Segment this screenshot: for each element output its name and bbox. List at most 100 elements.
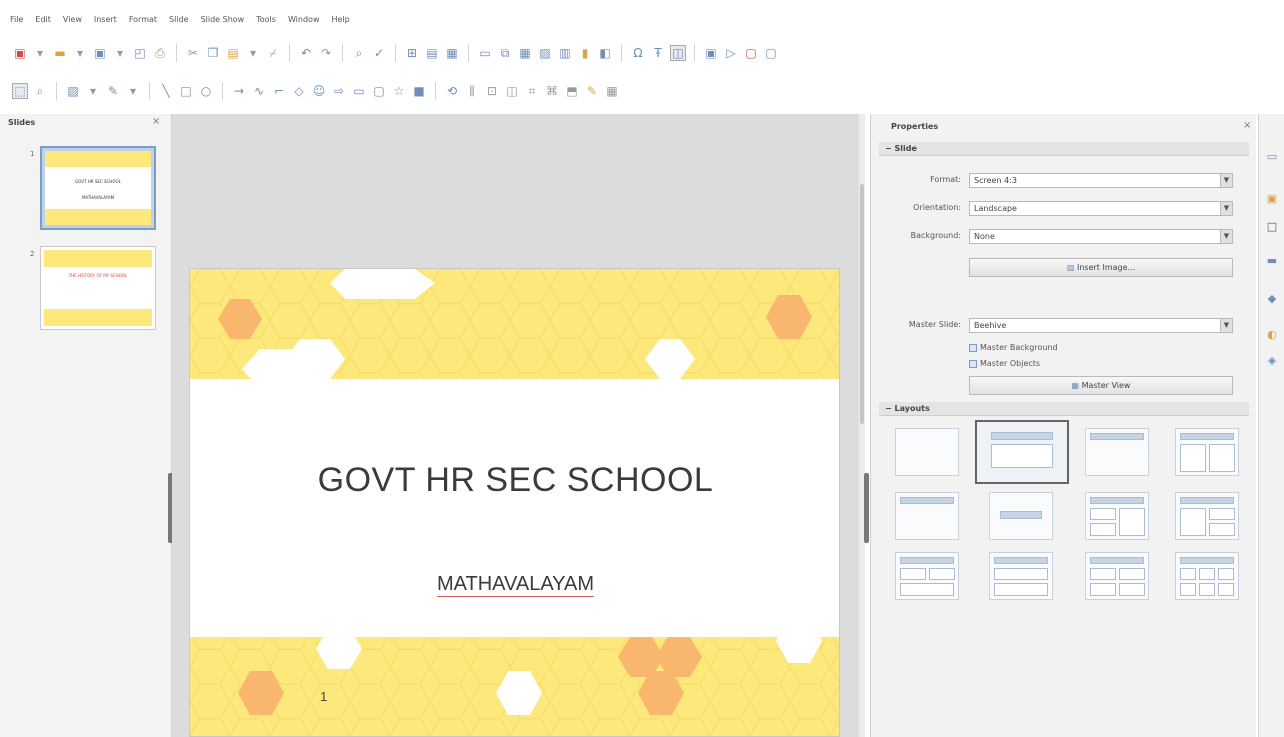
special-character-icon[interactable]: Ω	[630, 45, 646, 61]
dropdown-arrow-icon[interactable]: ▾	[72, 45, 88, 61]
crop-icon[interactable]: ⌗	[524, 83, 540, 99]
find-replace-icon[interactable]: ⌕	[351, 45, 367, 61]
arrange-icon[interactable]: ⊡	[484, 83, 500, 99]
duplicate-slide-icon[interactable]: ⧉	[497, 45, 513, 61]
new-document-icon[interactable]: ▣	[12, 45, 28, 61]
sidebar-resize-handle[interactable]	[864, 473, 869, 543]
menu-help[interactable]: Help	[331, 15, 349, 24]
redo-icon[interactable]: ↷	[318, 45, 334, 61]
menu-view[interactable]: View	[63, 15, 82, 24]
layout-title-slide[interactable]	[895, 492, 959, 540]
media-icon[interactable]: ◧	[597, 45, 613, 61]
menu-format[interactable]: Format	[129, 15, 157, 24]
slide-title[interactable]: GOVT HR SEC SCHOOL	[190, 461, 839, 500]
close-icon[interactable]: ×	[1243, 120, 1251, 131]
slide-section-header[interactable]: − Slide	[879, 142, 1249, 156]
format-select[interactable]: Screen 4:3 ▼	[969, 173, 1233, 188]
layout-title-2-content[interactable]	[1085, 492, 1149, 540]
scrollbar-thumb[interactable]	[860, 184, 864, 424]
save-icon[interactable]: ▣	[92, 45, 108, 61]
spelling-icon[interactable]: ✓	[371, 45, 387, 61]
gallery-tab-icon[interactable]: ◐	[1265, 328, 1279, 342]
orientation-select[interactable]: Landscape ▼	[969, 201, 1233, 216]
layout-two-content[interactable]	[1175, 428, 1239, 476]
flowchart-icon[interactable]: ▭	[351, 83, 367, 99]
open-folder-icon[interactable]: ▬	[52, 45, 68, 61]
curve-icon[interactable]: ∿	[251, 83, 267, 99]
master-view-button[interactable]: ▦ Master View	[969, 376, 1233, 395]
copy-icon[interactable]: ❐	[205, 45, 221, 61]
dropdown-arrow-icon[interactable]: ▾	[125, 83, 141, 99]
layout-title-content[interactable]	[975, 420, 1069, 484]
slide-thumbnail-1[interactable]: GOVT HR SEC SCHOOL MATHAVALAYAM	[40, 146, 156, 230]
menu-tools[interactable]: Tools	[256, 15, 276, 24]
chart-icon[interactable]: ▥	[557, 45, 573, 61]
zoom-icon[interactable]: ⌕	[32, 83, 48, 99]
align-icon[interactable]: ⫼	[464, 83, 480, 99]
layout-title-4-content[interactable]	[1085, 552, 1149, 600]
arrow-line-icon[interactable]: →	[231, 83, 247, 99]
dropdown-arrow-icon[interactable]: ▾	[112, 45, 128, 61]
image-icon[interactable]: ▨	[537, 45, 553, 61]
shadow-icon[interactable]: ◫	[504, 83, 520, 99]
fill-color-icon[interactable]: ▨	[65, 83, 81, 99]
table-icon[interactable]: ▦	[517, 45, 533, 61]
menu-slide-show[interactable]: Slide Show	[201, 15, 245, 24]
slide-thumbnail-2[interactable]: THE HISTORY OF MY SCHOOL	[40, 246, 156, 330]
line-color-icon[interactable]: ✎	[105, 83, 121, 99]
ellipse-icon[interactable]: ○	[198, 83, 214, 99]
more-shapes-icon[interactable]: ▦	[604, 83, 620, 99]
clone-formatting-icon[interactable]: ⌿	[265, 45, 281, 61]
layout-title-content-over-content[interactable]	[989, 552, 1053, 600]
master-background-checkbox[interactable]: Master Background	[969, 343, 1058, 352]
master-slide-select[interactable]: Beehive ▼	[969, 318, 1233, 333]
layouts-section-header[interactable]: − Layouts	[879, 402, 1249, 416]
navigator-tab-icon[interactable]: ◈	[1265, 354, 1279, 368]
layout-blank[interactable]	[895, 428, 959, 476]
master-objects-checkbox[interactable]: Master Objects	[969, 359, 1040, 368]
block-arrows-icon[interactable]: ⇨	[331, 83, 347, 99]
dropdown-arrow-icon[interactable]: ▾	[32, 45, 48, 61]
slide-subtitle[interactable]: MATHAVALAYAM	[190, 573, 839, 597]
dropdown-arrow-icon[interactable]: ▾	[85, 83, 101, 99]
layout-title-2-content-over[interactable]	[895, 552, 959, 600]
rotate-icon[interactable]: ⟲	[444, 83, 460, 99]
rectangle-icon[interactable]: □	[178, 83, 194, 99]
styles-tab-icon[interactable]: ◆	[1265, 292, 1279, 306]
show-draw-functions-icon[interactable]: ▣	[703, 45, 719, 61]
layout-title-content-2[interactable]	[1175, 492, 1239, 540]
menu-file[interactable]: File	[10, 15, 23, 24]
stars-icon[interactable]: ☆	[391, 83, 407, 99]
paste-icon[interactable]: ▤	[225, 45, 241, 61]
background-select[interactable]: None ▼	[969, 229, 1233, 244]
menu-slide[interactable]: Slide	[169, 15, 189, 24]
insert-image-button[interactable]: ▨ Insert Image...	[969, 258, 1233, 277]
cut-icon[interactable]: ✂	[185, 45, 201, 61]
more-options-icon[interactable]: ▢	[763, 45, 779, 61]
line-icon[interactable]: ╲	[158, 83, 174, 99]
master-slides-tab-icon[interactable]: ▬	[1265, 254, 1279, 268]
animation-tab-icon[interactable]: □	[1265, 220, 1279, 234]
undo-icon[interactable]: ↶	[298, 45, 314, 61]
menu-insert[interactable]: Insert	[94, 15, 117, 24]
close-icon[interactable]: ×	[152, 116, 160, 127]
edit-glue-points-icon[interactable]: ✎	[584, 83, 600, 99]
select-icon[interactable]: ⬚	[12, 83, 28, 99]
new-slide-icon[interactable]: ▭	[477, 45, 493, 61]
menu-edit[interactable]: Edit	[35, 15, 51, 24]
vertical-scrollbar[interactable]	[859, 114, 865, 737]
display-views-icon[interactable]: ▤	[424, 45, 440, 61]
dropdown-arrow-icon[interactable]: ▾	[245, 45, 261, 61]
connector-icon[interactable]: ⌐	[271, 83, 287, 99]
close-preview-icon[interactable]: ▢	[743, 45, 759, 61]
properties-tab-icon[interactable]: ▭	[1265, 150, 1279, 164]
print-icon[interactable]: ⎙	[152, 45, 168, 61]
start-presentation-icon[interactable]: ▷	[723, 45, 739, 61]
basic-shapes-icon[interactable]: ◇	[291, 83, 307, 99]
callout-icon[interactable]: ▢	[371, 83, 387, 99]
slide-transition-icon[interactable]: ◫	[670, 45, 686, 61]
export-pdf-icon[interactable]: ◰	[132, 45, 148, 61]
layout-title-only[interactable]	[1085, 428, 1149, 476]
layout-title-6-content[interactable]	[1175, 552, 1239, 600]
symbol-shapes-icon[interactable]: ☺	[311, 83, 327, 99]
